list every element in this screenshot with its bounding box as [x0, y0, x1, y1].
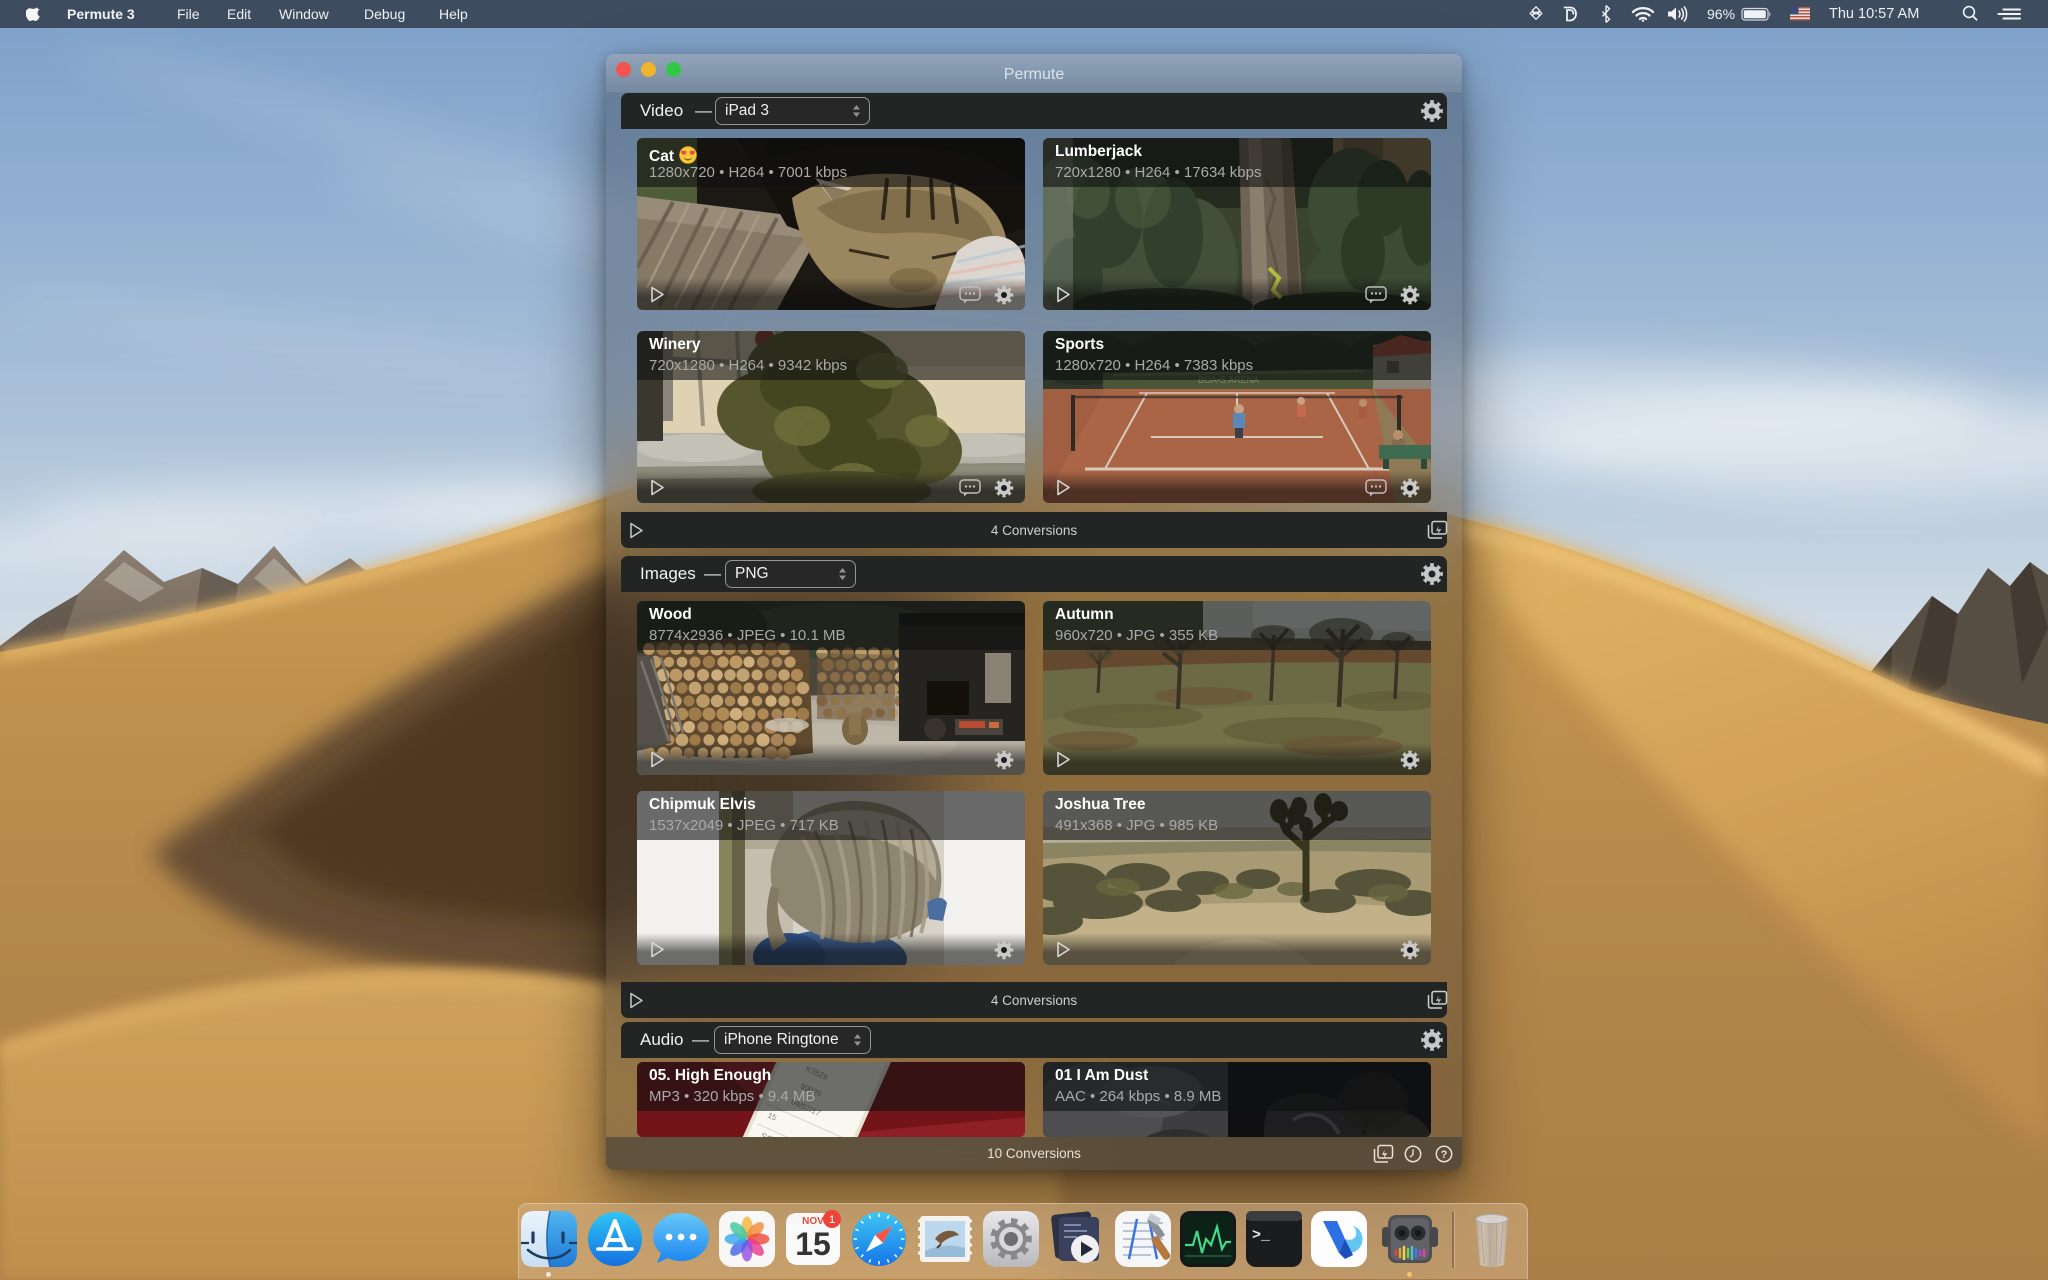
svg-text:15: 15 — [795, 1226, 831, 1262]
svg-text:?: ? — [1441, 1149, 1448, 1161]
svg-text:1: 1 — [829, 1214, 835, 1226]
svg-text:>_: >_ — [1252, 1227, 1271, 1244]
